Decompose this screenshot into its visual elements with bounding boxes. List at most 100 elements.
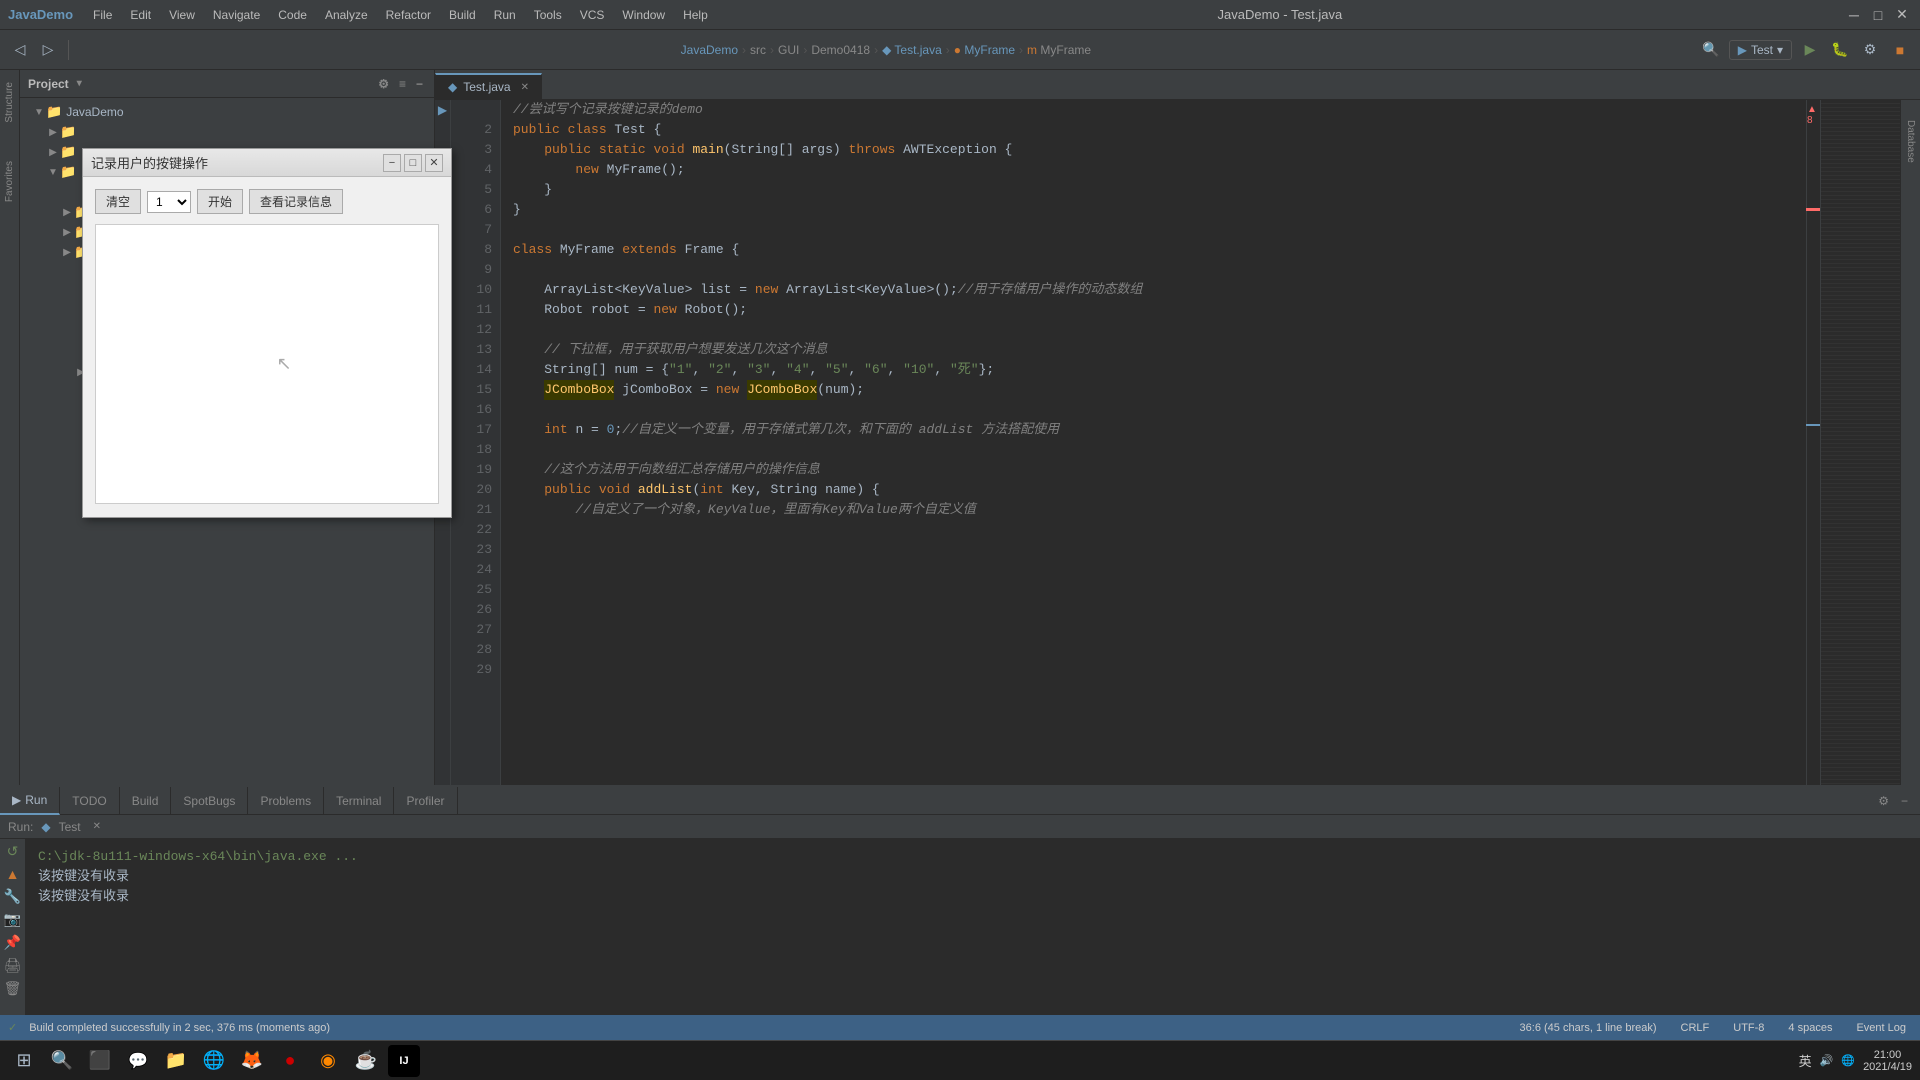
menu-code[interactable]: Code — [270, 4, 315, 26]
taskbar-files[interactable]: 📁 — [160, 1045, 192, 1077]
panel-settings-icon[interactable]: ⚙ — [1874, 794, 1893, 808]
menu-build[interactable]: Build — [441, 4, 484, 26]
run-restart-icon[interactable]: ↺ — [7, 843, 19, 860]
dialog-start-button[interactable]: 开始 — [197, 189, 243, 214]
run-print-icon[interactable]: 🖨 — [4, 957, 22, 974]
taskbar-app2[interactable]: ◉ — [312, 1045, 344, 1077]
breadcrumb-gui[interactable]: GUI — [778, 43, 799, 57]
status-position[interactable]: 36:6 (45 chars, 1 line break) — [1514, 1022, 1663, 1034]
menu-tools[interactable]: Tools — [526, 4, 570, 26]
dialog-titlebar[interactable]: 记录用户的按键操作 − □ ✕ — [83, 149, 451, 177]
breadcrumb-src[interactable]: src — [750, 43, 766, 57]
toolbar-run-btn[interactable]: ▶ — [1798, 38, 1822, 62]
minimize-button[interactable]: ─ — [1844, 5, 1864, 25]
run-clear-icon[interactable]: 🗑 — [4, 980, 22, 997]
taskbar-app1[interactable]: ● — [274, 1045, 306, 1077]
breadcrumb-testjava[interactable]: ◆ Test.java — [882, 43, 942, 57]
tab-database[interactable]: Database — [1905, 120, 1916, 163]
kw-void-20: void — [599, 480, 638, 500]
kw-new-11: new — [653, 300, 684, 320]
status-event-log[interactable]: Event Log — [1850, 1022, 1912, 1034]
line-numbers: 2 3 4 5 6 7 8 9 10 11 12 13 14 15 16 17 — [451, 100, 501, 820]
tab-close-btn[interactable]: ✕ — [521, 82, 529, 93]
taskbar-firefox[interactable]: 🦊 — [236, 1045, 268, 1077]
panel-icon-minimize[interactable]: − — [413, 75, 426, 93]
bottom-tab-run[interactable]: ▶ Run — [0, 787, 60, 815]
tree-item-javademo[interactable]: ▼ 📁 JavaDemo — [20, 102, 434, 122]
bottom-tab-todo[interactable]: TODO — [60, 787, 119, 815]
run-stop-icon[interactable]: ▲ — [6, 866, 20, 882]
menu-help[interactable]: Help — [675, 4, 716, 26]
tree-item-expand1[interactable]: ▶ 📁 — [20, 122, 434, 142]
dialog-maximize-btn[interactable]: □ — [404, 154, 422, 172]
run-command-line: C:\jdk-8u111-windows-x64\bin\java.exe ..… — [38, 847, 1908, 867]
line-num-7: 7 — [451, 220, 492, 240]
toolbar-settings-btn[interactable]: ⚙ — [1858, 38, 1882, 62]
status-line-ending[interactable]: CRLF — [1675, 1022, 1716, 1034]
breadcrumb-demo[interactable]: Demo0418 — [811, 43, 870, 57]
sidebar-tab-structure[interactable]: Structure — [2, 78, 17, 127]
taskbar-edge[interactable]: 🌐 — [198, 1045, 230, 1077]
taskbar-task-view[interactable]: ⬛ — [84, 1045, 116, 1077]
panel-close-icon[interactable]: − — [1897, 794, 1912, 808]
panel-icon-gear[interactable]: ⚙ — [375, 75, 392, 93]
indent-13 — [513, 340, 544, 360]
status-indent[interactable]: 4 spaces — [1782, 1022, 1838, 1034]
taskbar-intellij[interactable]: IJ — [388, 1045, 420, 1077]
toolbar-nav-fwd[interactable]: ▷ — [36, 38, 60, 62]
line-num-6: 6 — [451, 200, 492, 220]
menu-refactor[interactable]: Refactor — [378, 4, 439, 26]
close-button[interactable]: ✕ — [1892, 5, 1912, 25]
tree-label-javademo: JavaDemo — [66, 105, 123, 119]
breadcrumb-myframe1[interactable]: ● MyFrame — [954, 43, 1015, 57]
menu-navigate[interactable]: Navigate — [205, 4, 268, 26]
taskbar-chat[interactable]: 💬 — [122, 1045, 154, 1077]
comma2: , — [731, 360, 747, 380]
breadcrumb-project[interactable]: JavaDemo — [681, 43, 738, 57]
bottom-tab-spotbugs[interactable]: SpotBugs — [171, 787, 248, 815]
run-config-selector[interactable]: ▶ Test ▾ — [1729, 40, 1792, 60]
maximize-button[interactable]: □ — [1868, 5, 1888, 25]
bottom-tab-problems[interactable]: Problems — [248, 787, 324, 815]
taskbar-java[interactable]: ☕ — [350, 1045, 382, 1077]
taskbar-start-button[interactable]: ⊞ — [8, 1045, 40, 1077]
run-wrench-icon[interactable]: 🔧 — [4, 888, 21, 905]
status-charset[interactable]: UTF-8 — [1727, 1022, 1770, 1034]
breadcrumb-myframe2[interactable]: m MyFrame — [1027, 43, 1091, 57]
dialog-close-btn[interactable]: ✕ — [425, 154, 443, 172]
menu-view[interactable]: View — [161, 4, 203, 26]
kw-throws: throws — [849, 140, 904, 160]
panel-icon-collapse[interactable]: ≡ — [396, 75, 409, 93]
taskbar-language[interactable]: 英 — [1799, 1051, 1812, 1070]
cls-arraylist-2: ArrayList — [786, 280, 856, 300]
bottom-tab-profiler[interactable]: Profiler — [394, 787, 457, 815]
dialog-view-button[interactable]: 查看记录信息 — [249, 189, 343, 214]
toolbar-search-icon[interactable]: 🔍 — [1699, 38, 1723, 62]
run-scroll-icon[interactable]: 📷 — [4, 911, 21, 928]
run-tab-close[interactable]: ✕ — [93, 821, 101, 832]
run-pin-icon[interactable]: 📌 — [4, 934, 21, 951]
project-panel-dropdown[interactable]: ▾ — [77, 78, 82, 89]
dialog-count-select[interactable]: 1 2 3 5 10 — [147, 191, 191, 213]
gutter-fold-arrow[interactable]: ▶ — [438, 100, 447, 120]
menu-analyze[interactable]: Analyze — [317, 4, 376, 26]
sidebar-tab-favorites[interactable]: Favorites — [2, 157, 17, 206]
taskbar-search[interactable]: 🔍 — [46, 1045, 78, 1077]
toolbar-right: 🔍 ▶ Test ▾ ▶ 🐛 ⚙ ■ — [1699, 38, 1912, 62]
menu-file[interactable]: File — [85, 4, 120, 26]
toolbar-debug-btn[interactable]: 🐛 — [1828, 38, 1852, 62]
run-panel-header: Run: ◆ Test ✕ — [0, 815, 1920, 839]
bottom-tab-build[interactable]: Build — [120, 787, 172, 815]
code-editor[interactable]: //尝试写个记录按键记录的demo public class Test { pu… — [501, 100, 1806, 820]
dialog-clear-button[interactable]: 清空 — [95, 189, 141, 214]
toolbar-nav-back[interactable]: ◁ — [8, 38, 32, 62]
menu-window[interactable]: Window — [614, 4, 673, 26]
bottom-tab-terminal[interactable]: Terminal — [324, 787, 394, 815]
window-title: JavaDemo - Test.java — [716, 7, 1844, 22]
menu-run[interactable]: Run — [486, 4, 524, 26]
editor-tab-testjava[interactable]: ◆ Test.java ✕ — [435, 73, 542, 99]
menu-edit[interactable]: Edit — [122, 4, 159, 26]
toolbar-stop-btn[interactable]: ■ — [1888, 38, 1912, 62]
dialog-minimize-btn[interactable]: − — [383, 154, 401, 172]
menu-vcs[interactable]: VCS — [572, 4, 613, 26]
